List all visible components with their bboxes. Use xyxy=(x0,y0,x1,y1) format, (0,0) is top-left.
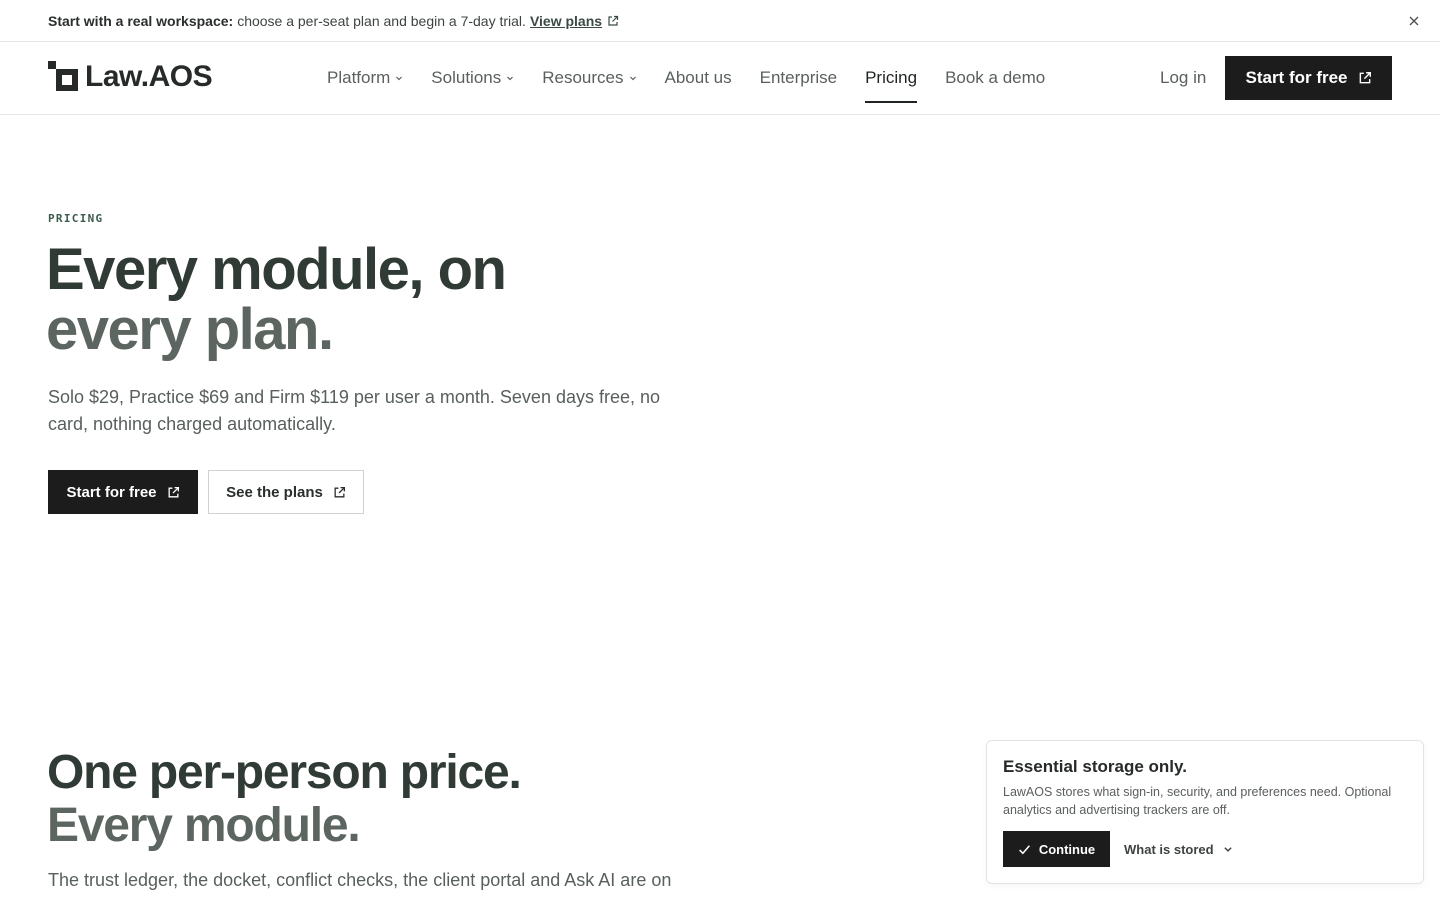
chevron-down-icon xyxy=(1223,847,1232,852)
external-link-icon xyxy=(334,486,345,497)
chevron-down-icon xyxy=(629,76,636,81)
button-label: Continue xyxy=(1038,841,1096,857)
cta-label: Start for free xyxy=(1245,68,1348,87)
view-plans-label: View plans xyxy=(529,12,603,29)
chevron-down-icon xyxy=(396,76,403,81)
hero-title-line1: Every module, on xyxy=(46,237,507,302)
nav-item-book-a-demo[interactable]: Book a demo xyxy=(931,42,1059,114)
section-title-line2: Every module. xyxy=(47,799,361,852)
nav-label: Book a demo xyxy=(945,68,1046,87)
eyebrow-label: PRICING xyxy=(48,212,104,225)
cookie-body: LawAOS stores what sign-in, security, an… xyxy=(1003,785,1392,817)
see-the-plans-button[interactable]: See the plans xyxy=(208,470,364,514)
nav-item-pricing[interactable]: Pricing xyxy=(851,42,931,114)
hero-start-for-free-button[interactable]: Start for free xyxy=(48,470,198,514)
main-nav: Platform Solutions Resources About us En… xyxy=(313,42,1059,114)
cookie-title: Essential storage only. xyxy=(1003,757,1187,776)
hero-title: Every module, on every plan. xyxy=(46,237,507,362)
nav-label: Solutions xyxy=(431,68,502,87)
login-link[interactable]: Log in xyxy=(1160,68,1206,88)
nav-item-solutions[interactable]: Solutions xyxy=(417,42,528,114)
toggle-label: What is stored xyxy=(1124,841,1214,857)
nav-item-platform[interactable]: Platform xyxy=(313,42,417,114)
what-is-stored-toggle[interactable]: What is stored xyxy=(1124,831,1233,867)
check-icon xyxy=(1018,844,1030,854)
announcement-text: choose a per-seat plan and begin a 7-day… xyxy=(237,12,526,29)
logo-mark-icon xyxy=(48,61,78,91)
cookie-continue-button[interactable]: Continue xyxy=(1003,831,1110,867)
nav-item-resources[interactable]: Resources xyxy=(528,42,650,114)
external-link-icon xyxy=(608,15,619,26)
close-icon[interactable] xyxy=(1406,13,1422,29)
nav-item-enterprise[interactable]: Enterprise xyxy=(746,42,851,114)
view-plans-link[interactable]: View plans xyxy=(530,13,619,29)
logo[interactable]: Law.AOS xyxy=(48,60,213,93)
section-title-line1: One per-person price. xyxy=(47,746,522,799)
announcement-bar: Start with a real workspace: choose a pe… xyxy=(0,0,1440,42)
section-title: One per-person price. Every module. xyxy=(47,746,522,852)
section-text: The trust ledger, the docket, conflict c… xyxy=(48,870,672,890)
external-link-icon xyxy=(1359,72,1371,84)
logo-text: Law.AOS xyxy=(85,60,213,93)
nav-label: Enterprise xyxy=(759,68,838,87)
cookie-banner: Essential storage only. LawAOS stores wh… xyxy=(986,740,1424,884)
nav-label: About us xyxy=(664,68,732,87)
nav-label: Platform xyxy=(327,68,391,87)
start-for-free-button[interactable]: Start for free xyxy=(1225,56,1392,100)
button-label: Start for free xyxy=(66,483,157,501)
hero-title-line2: every plan. xyxy=(46,297,334,362)
button-label: See the plans xyxy=(226,483,323,501)
nav-item-about-us[interactable]: About us xyxy=(651,42,746,114)
nav-label: Resources xyxy=(542,68,624,87)
announcement-bold: Start with a real workspace: xyxy=(48,12,234,29)
external-link-icon xyxy=(168,486,179,497)
hero-lead: Solo $29, Practice $69 and Firm $119 per… xyxy=(48,387,661,434)
nav-label: Pricing xyxy=(865,68,918,87)
chevron-down-icon xyxy=(507,76,514,81)
site-header: Law.AOS Platform Solutions Resources Abo… xyxy=(0,42,1440,115)
